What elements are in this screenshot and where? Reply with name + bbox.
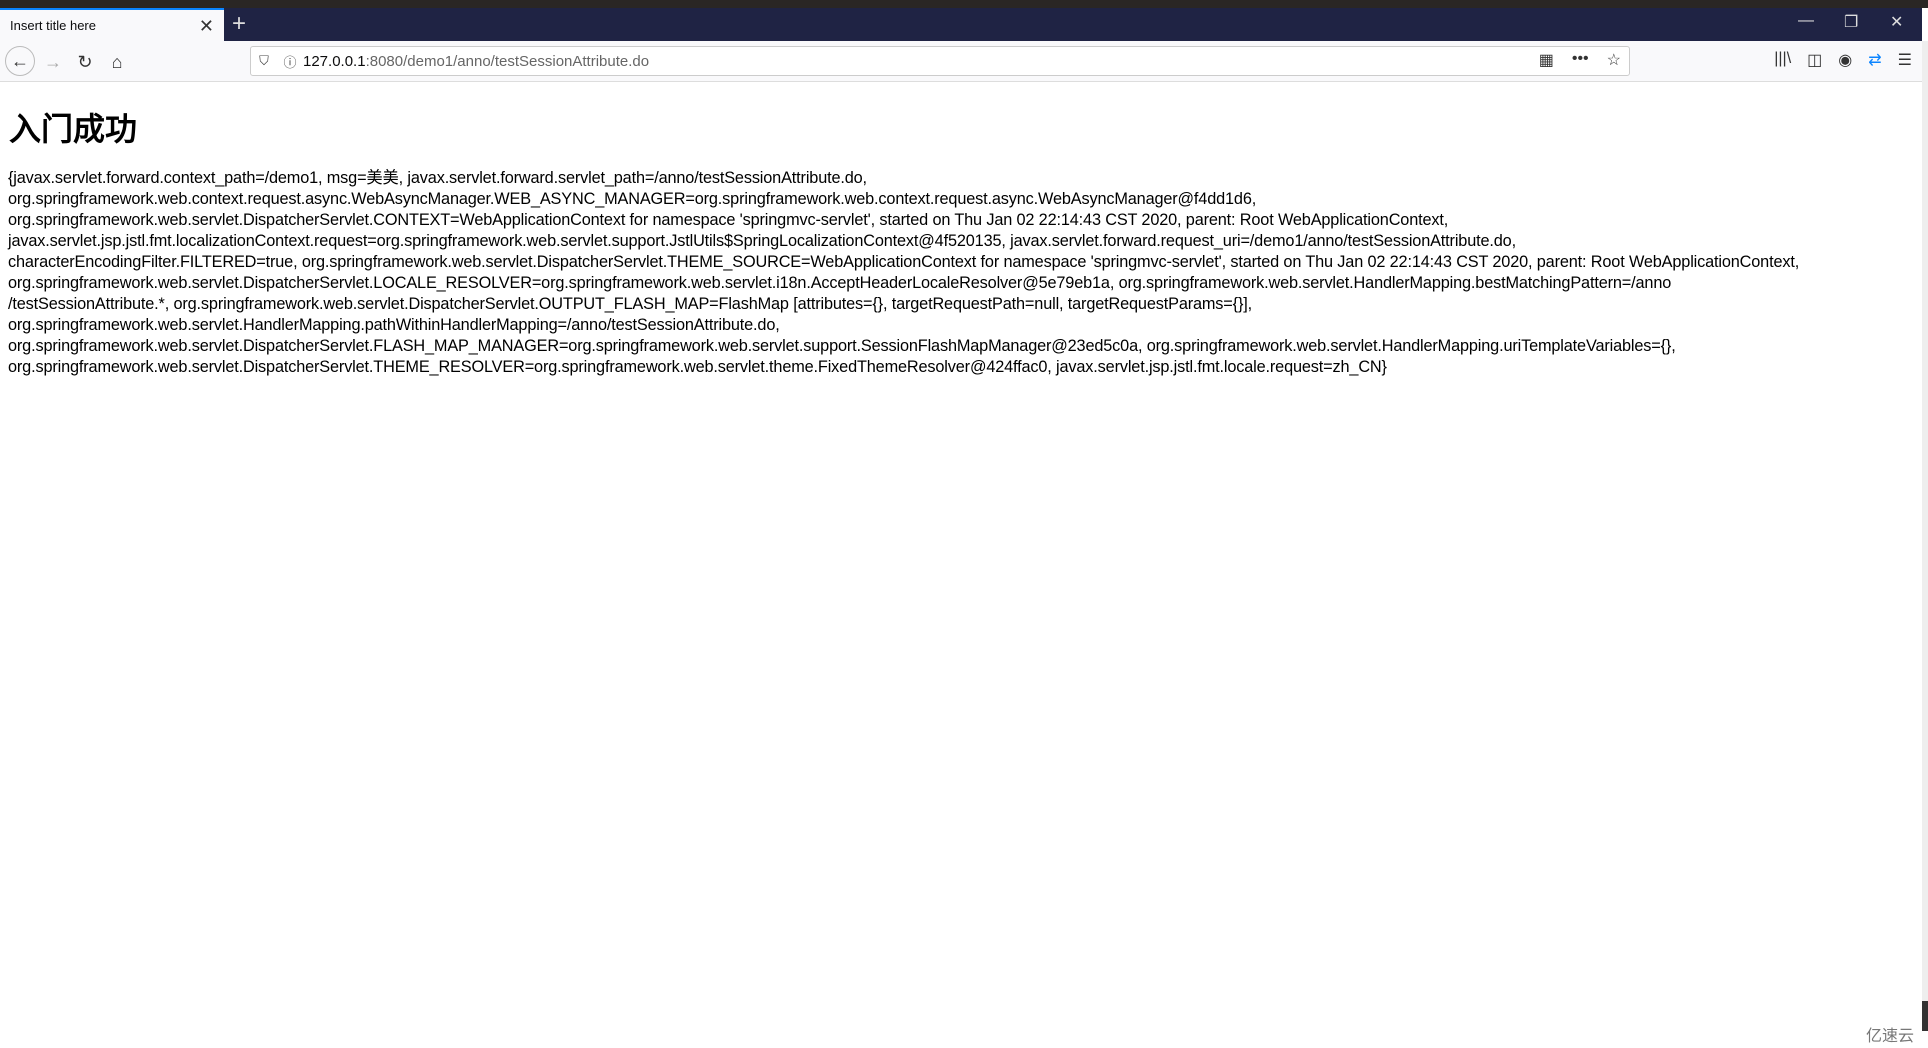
account-icon[interactable]: ◉ bbox=[1838, 50, 1852, 70]
output-line: org.springframework.web.servlet.Dispatch… bbox=[8, 358, 1387, 376]
watermark-logo: 亿速云 bbox=[1865, 1028, 1914, 1045]
sync-icon[interactable]: ⇄ bbox=[1868, 50, 1881, 70]
info-icon[interactable]: ⓘ bbox=[277, 52, 303, 71]
window-close-icon[interactable]: ✕ bbox=[1890, 12, 1903, 32]
new-tab-icon[interactable]: + bbox=[232, 10, 246, 38]
output-line: org.springframework.web.servlet.Dispatch… bbox=[8, 211, 1449, 229]
nav-toolbar: ← → ↻ ⌂ ⛉ ⓘ 127.0.0.1:8080/demo1/anno/te… bbox=[0, 41, 1922, 82]
reload-icon[interactable]: ↻ bbox=[72, 49, 98, 75]
tab-active[interactable]: Insert title here ✕ bbox=[0, 8, 224, 41]
url-bar[interactable]: ⛉ ⓘ 127.0.0.1:8080/demo1/anno/testSessio… bbox=[250, 46, 1630, 76]
tab-bar: Insert title here ✕ + — ❐ ✕ bbox=[0, 8, 1922, 41]
output-line: org.springframework.web.servlet.Dispatch… bbox=[8, 337, 1676, 355]
url-path: :8080/demo1/anno/testSessionAttribute.do bbox=[365, 52, 650, 70]
session-attributes-output: {javax.servlet.forward.context_path=/dem… bbox=[8, 168, 1799, 378]
output-line: characterEncodingFilter.FILTERED=true, o… bbox=[8, 253, 1800, 271]
output-line: javax.servlet.jsp.jstl.fmt.localizationC… bbox=[8, 232, 1516, 250]
tab-title: Insert title here bbox=[10, 18, 96, 33]
bookmark-star-icon[interactable]: ☆ bbox=[1607, 50, 1621, 70]
url-host: 127.0.0.1 bbox=[303, 52, 366, 70]
scrollbar[interactable] bbox=[1922, 41, 1928, 1031]
page-heading: 入门成功 bbox=[9, 111, 138, 147]
more-actions-icon[interactable]: ••• bbox=[1572, 50, 1589, 70]
output-line: org.springframework.web.servlet.HandlerM… bbox=[8, 316, 780, 334]
os-taskbar bbox=[0, 0, 1928, 8]
sidebar-icon[interactable]: ◫ bbox=[1807, 50, 1822, 70]
qr-code-icon[interactable]: ▦ bbox=[1539, 50, 1554, 70]
output-line: {javax.servlet.forward.context_path=/dem… bbox=[8, 169, 867, 187]
scrollbar-thumb[interactable] bbox=[1922, 1001, 1928, 1031]
output-line: org.springframework.web.servlet.Dispatch… bbox=[8, 274, 1672, 292]
minimize-icon[interactable]: — bbox=[1798, 12, 1814, 30]
forward-arrow-icon[interactable]: → bbox=[40, 49, 66, 75]
output-line: /testSessionAttribute.*, org.springframe… bbox=[8, 295, 1252, 313]
close-tab-icon[interactable]: ✕ bbox=[199, 16, 214, 37]
home-icon[interactable]: ⌂ bbox=[104, 49, 130, 75]
restore-icon[interactable]: ❐ bbox=[1844, 12, 1858, 32]
menu-icon[interactable]: ☰ bbox=[1898, 50, 1912, 70]
library-icon[interactable]: |||\ bbox=[1774, 50, 1791, 70]
shield-icon[interactable]: ⛉ bbox=[251, 53, 277, 69]
output-line: org.springframework.web.context.request.… bbox=[8, 190, 1257, 208]
back-arrow-icon[interactable]: ← bbox=[5, 46, 35, 76]
